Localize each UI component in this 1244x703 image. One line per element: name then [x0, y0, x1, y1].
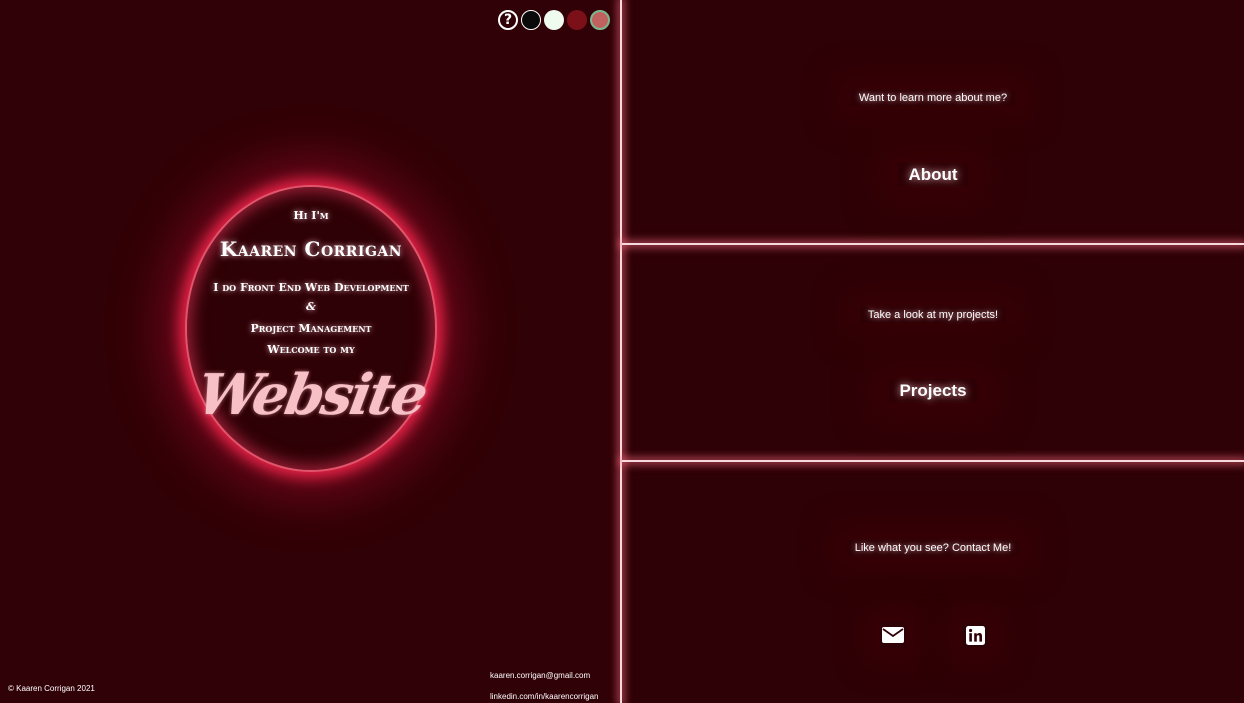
- hero-oval: Hi I'm Kaaren Corrigan I do Front End We…: [185, 185, 437, 472]
- hero-name: Kaaren Corrigan: [219, 237, 403, 261]
- email-link[interactable]: kaaren.corrigan@gmail.com: [490, 671, 590, 680]
- about-prompt: Want to learn more about me?: [622, 90, 1244, 106]
- envelope-icon[interactable]: [880, 622, 906, 648]
- theme-black-swatch[interactable]: [521, 10, 541, 30]
- hero-greeting: Hi I'm: [293, 209, 329, 222]
- contact-prompt: Like what you see? Contact Me!: [622, 540, 1244, 556]
- contact-section: Like what you see? Contact Me!: [622, 462, 1244, 703]
- projects-section: Take a look at my projects! Projects: [622, 245, 1244, 460]
- hero-role-web: I do Front End Web Development: [213, 281, 409, 294]
- theme-red-swatch[interactable]: [567, 10, 587, 30]
- hero-website-script: Website: [191, 362, 431, 428]
- theme-mint-swatch[interactable]: [544, 10, 564, 30]
- help-icon[interactable]: ?: [498, 10, 518, 30]
- hero-ampersand: &: [306, 300, 316, 313]
- hero-welcome: Welcome to my: [267, 343, 355, 356]
- hero-role-pm: Project Management: [250, 322, 372, 335]
- copyright-text: © Kaaren Corrigan 2021: [8, 684, 95, 693]
- intro-panel: ? Hi I'm Kaaren Corrigan I do Front End …: [0, 0, 620, 703]
- about-section: Want to learn more about me? About: [622, 0, 1244, 243]
- linkedin-link[interactable]: linkedin.com/in/kaarencorrigan: [490, 692, 599, 701]
- projects-prompt: Take a look at my projects!: [622, 307, 1244, 323]
- about-link[interactable]: About: [622, 163, 1244, 186]
- projects-link[interactable]: Projects: [622, 379, 1244, 402]
- theme-rose-swatch[interactable]: [590, 10, 610, 30]
- linkedin-icon[interactable]: [962, 622, 988, 648]
- theme-switcher: ?: [498, 10, 610, 30]
